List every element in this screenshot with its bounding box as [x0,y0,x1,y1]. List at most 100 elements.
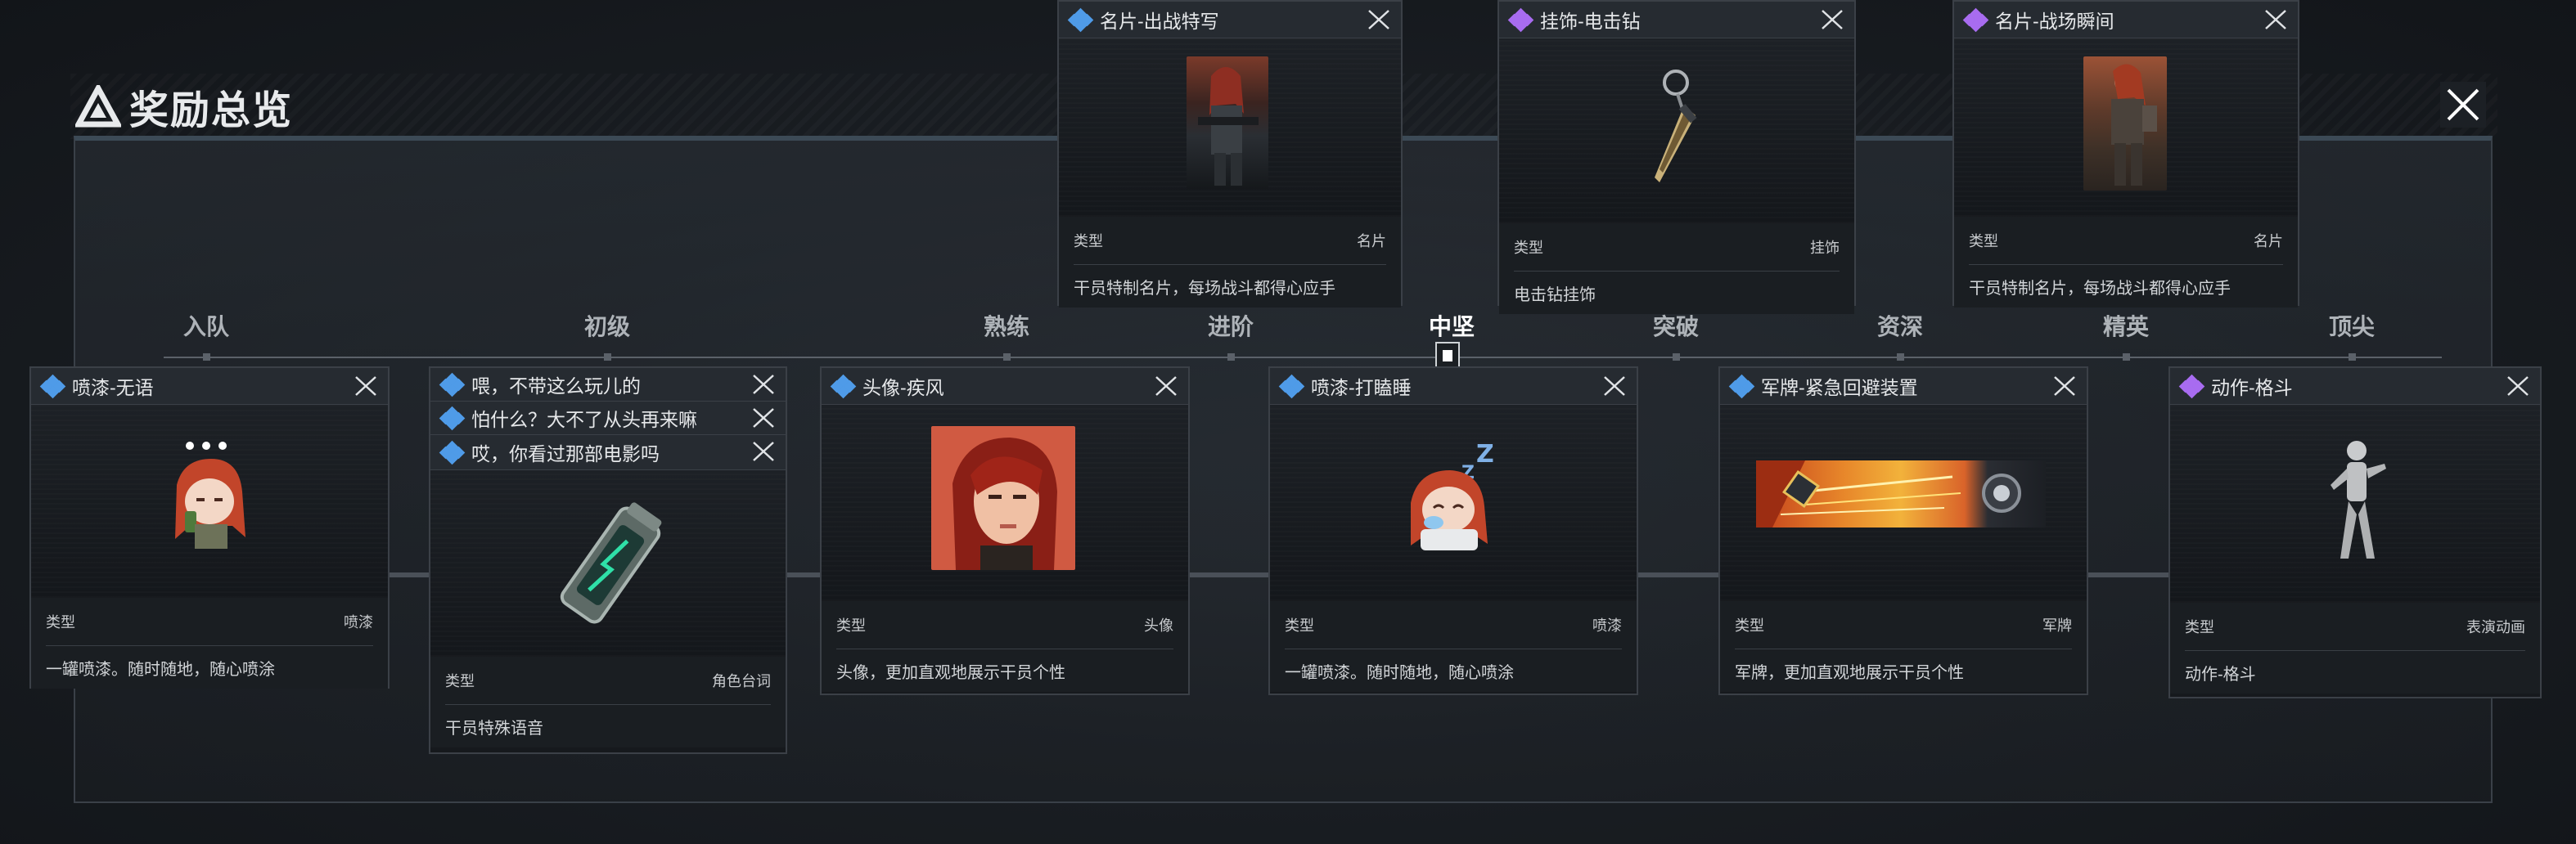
card-preview: Z Z [1270,405,1637,601]
card-description: 军牌，更加直观地展示干员个性 [1735,663,1964,682]
card-description: 一罐喷漆。随时随地，随心喷涂 [46,660,275,679]
stage-dot [1673,353,1680,361]
voice-line-1: 喂，不带这么玩儿的 [471,375,641,397]
card-description: 电击钻挂饰 [1514,285,1596,304]
rarity-diamond-icon [1962,7,1990,33]
type-value: 军牌 [2042,617,2072,634]
stage-label[interactable]: 进阶 [1208,309,1254,342]
card-description: 动作-格斗 [2185,665,2256,684]
rarity-diamond-icon [1507,7,1535,33]
close-icon[interactable] [751,406,776,429]
rarity-diamond-icon [2178,374,2206,399]
type-label: 类型 [445,673,475,689]
stage-label[interactable]: 顶尖 [2329,309,2375,342]
reward-card-top-1[interactable]: 名片-出战特写 类型 名片 干员特制名片，每场战斗都得心应手 [1057,0,1403,308]
close-icon[interactable] [1602,375,1627,397]
close-button[interactable] [2440,82,2486,128]
close-icon[interactable] [1367,8,1391,31]
card-preview [31,405,388,598]
type-label: 类型 [1969,233,1998,249]
stage-label[interactable]: 熟练 [984,309,1029,342]
close-icon[interactable] [751,440,776,463]
reward-card-top-3[interactable]: 名片-战场瞬间 类型 名片 干员特制名片，每场战斗都得心应手 [1952,0,2299,308]
reward-card-1[interactable]: 喷漆-无语 类型 喷漆 一罐喷漆。随时随地，随心喷涂 [29,366,390,689]
type-label: 类型 [1735,617,1764,634]
card-title: 喷漆-打瞌睡 [1311,377,1412,398]
spray-sleepy-icon: Z Z [1411,440,1494,550]
type-label: 类型 [2185,619,2214,635]
stage-dot [2123,353,2130,361]
stage-dot [1897,353,1904,361]
rarity-diamond-icon [1067,7,1095,33]
card-title: 喷漆-无语 [72,377,154,398]
card-title: 动作-格斗 [2211,377,2293,398]
card-description: 一罐喷漆。随时随地，随心喷涂 [1285,663,1514,682]
card-title: 军牌-紧急回避装置 [1761,377,1918,398]
type-value: 挂饰 [1810,240,1840,256]
type-value: 名片 [2254,233,2283,249]
rarity-diamond-icon [39,374,67,399]
current-stage-marker [1435,342,1460,370]
stage-label[interactable]: 精英 [2103,309,2149,342]
close-icon[interactable] [1820,8,1844,31]
card-title: 名片-出战特写 [1100,11,1219,32]
svg-text:Z: Z [1476,440,1494,469]
reward-card-5[interactable]: 军牌-紧急回避装置 类型 军牌 军牌，更加直观地展示干员个性 [1718,366,2088,695]
voice-line-3: 哎，你看过那部电影吗 [471,443,660,465]
type-value: 名片 [1357,233,1386,249]
card-description: 干员特制名片，每场战斗都得心应手 [1969,279,2231,298]
stage-dot [203,353,210,361]
card-description: 干员特殊语音 [445,719,543,738]
triangle-logo-icon [74,82,123,128]
stage-dot [604,353,611,361]
card-preview [1954,38,2298,217]
reward-card-voice-lines[interactable]: 喂，不带这么玩儿的 怕什么？大不了从头再来嘛 哎，你看过那部电影吗 类型 角色台词… [429,366,787,754]
close-icon[interactable] [2052,375,2077,397]
dog-tag-banner [1756,460,2046,528]
rarity-diamond-icon [439,372,466,397]
avatar-portrait [931,426,1075,570]
reward-card-6[interactable]: 动作-格斗 类型 表演动画 动作-格斗 [2168,366,2542,698]
card-title: 挂饰-电击钻 [1540,11,1641,32]
card-title: 头像-疾风 [862,377,944,398]
operator-portrait [2083,56,2167,191]
stage-label[interactable]: 入队 [183,309,229,342]
card-preview [822,405,1188,601]
type-value: 喷漆 [344,614,373,631]
type-label: 类型 [836,617,866,634]
stage-label[interactable]: 中坚 [1429,309,1475,342]
card-preview [1499,38,1854,223]
voice-canister-icon [560,502,662,624]
type-label: 类型 [1074,233,1103,249]
stage-label[interactable]: 初级 [584,309,630,342]
drill-charm-icon [1655,70,1697,182]
rarity-diamond-icon [1728,374,1756,399]
rarity-diamond-icon [439,406,466,431]
rarity-diamond-icon [830,374,858,399]
card-preview [2170,405,2540,603]
reward-card-top-2[interactable]: 挂饰-电击钻 类型 挂饰 电击钻挂饰 [1497,0,1856,314]
reward-card-4[interactable]: 喷漆-打瞌睡 Z Z 类型 喷漆 一罐喷漆。随时随地，随心喷涂 [1268,366,1638,695]
close-icon[interactable] [2263,8,2288,31]
close-icon [2447,88,2479,121]
close-icon[interactable] [2506,375,2530,397]
spray-speechless-icon [175,442,245,549]
page-header: 奖励总览 [74,82,293,132]
card-description: 干员特制名片，每场战斗都得心应手 [1074,279,1335,298]
stage-label[interactable]: 突破 [1653,309,1699,342]
reward-card-3[interactable]: 头像-疾风 类型 头像 头像，更加直观地展示干员个性 [820,366,1190,695]
close-icon[interactable] [1154,375,1178,397]
close-icon[interactable] [354,375,378,397]
card-title: 名片-战场瞬间 [1995,11,2114,32]
card-preview [430,470,786,657]
close-icon[interactable] [751,373,776,396]
type-label: 类型 [1285,617,1314,634]
stage-dot [1227,353,1235,361]
type-value: 表演动画 [2466,619,2525,635]
card-preview [1059,38,1401,217]
emote-figure-icon [2331,441,2386,559]
stage-label[interactable]: 资深 [1877,309,1923,342]
page-title: 奖励总览 [129,89,294,132]
type-value: 角色台词 [712,673,771,689]
type-value: 喷漆 [1592,617,1622,634]
